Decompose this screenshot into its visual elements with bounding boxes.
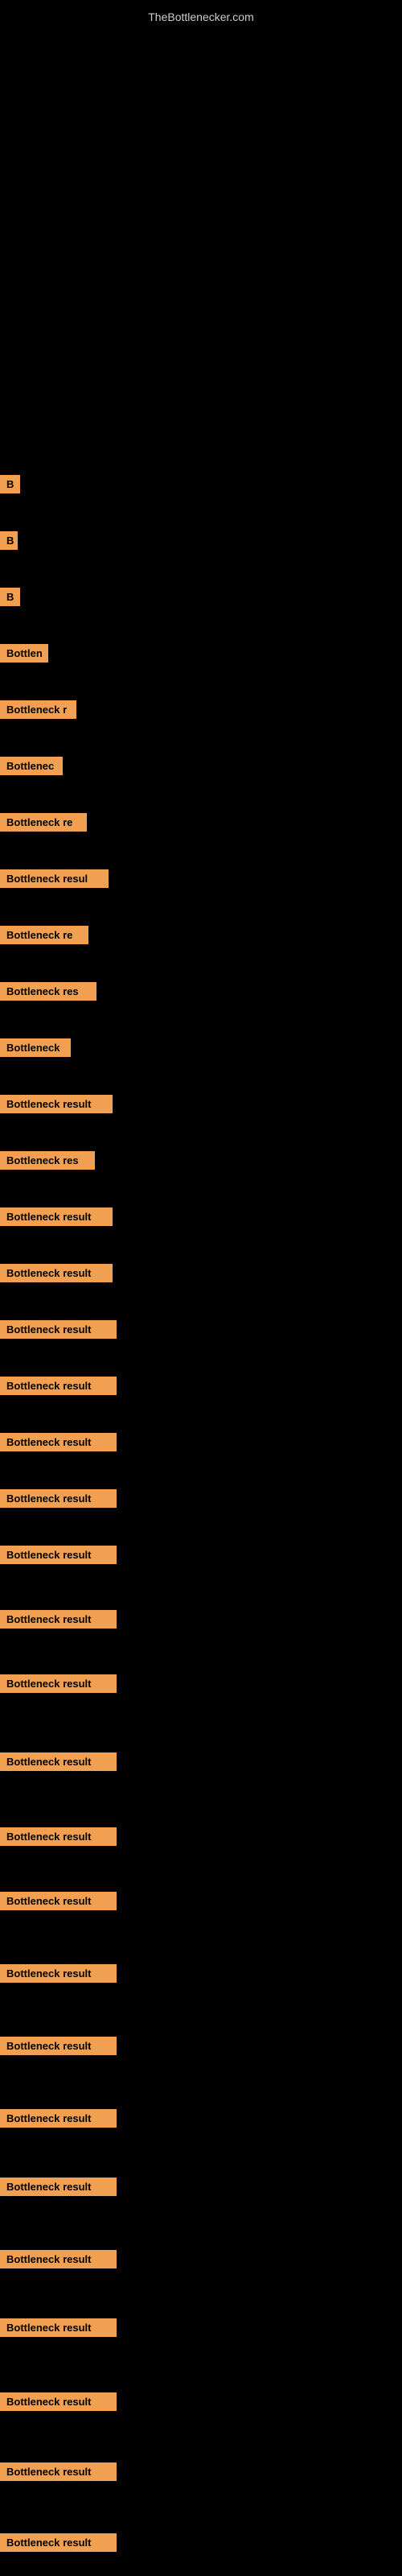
bottleneck-result-label: Bottleneck result	[0, 1752, 117, 1771]
bottleneck-result-label: Bottleneck result	[0, 2533, 117, 2552]
bottleneck-result-label: Bottleneck result	[0, 1489, 117, 1508]
bottleneck-result-label: Bottleneck result	[0, 2392, 117, 2411]
bottleneck-result-label: B	[0, 475, 20, 493]
bottleneck-result-label: Bottleneck result	[0, 2178, 117, 2196]
bottleneck-result-label: Bottleneck result	[0, 1546, 117, 1564]
bottleneck-result-label: Bottleneck result	[0, 1827, 117, 1846]
bottleneck-result-label: Bottleneck result	[0, 1208, 113, 1226]
bottleneck-result-label: Bottleneck result	[0, 2109, 117, 2128]
bottleneck-result-label: Bottleneck result	[0, 1095, 113, 1113]
bottleneck-result-label: Bottlen	[0, 644, 48, 663]
bottleneck-result-label: Bottleneck result	[0, 1674, 117, 1693]
bottleneck-result-label: Bottleneck result	[0, 2037, 117, 2055]
bottleneck-result-label: Bottleneck res	[0, 1151, 95, 1170]
bottleneck-result-label: Bottleneck re	[0, 926, 88, 944]
bottleneck-result-label: Bottleneck re	[0, 813, 87, 832]
bottleneck-result-label: B	[0, 588, 20, 606]
bottleneck-result-label: Bottleneck result	[0, 1610, 117, 1629]
bottleneck-result-label: Bottleneck result	[0, 2250, 117, 2268]
bottleneck-result-label: Bottleneck result	[0, 1433, 117, 1451]
bottleneck-result-label: Bottleneck res	[0, 982, 96, 1001]
bottleneck-result-label: Bottlenec	[0, 757, 63, 775]
bottleneck-result-label: Bottleneck result	[0, 1892, 117, 1910]
site-title: TheBottlenecker.com	[0, 4, 402, 30]
bottleneck-result-label: Bottleneck result	[0, 1377, 117, 1395]
bottleneck-result-label: Bottleneck r	[0, 700, 76, 719]
bottleneck-result-label: Bottleneck result	[0, 1964, 117, 1983]
bottleneck-result-label: Bottleneck result	[0, 1320, 117, 1339]
bottleneck-result-label: Bottleneck result	[0, 2318, 117, 2337]
bottleneck-result-label: Bottleneck result	[0, 1264, 113, 1282]
bottleneck-result-label: Bottleneck	[0, 1038, 71, 1057]
bottleneck-result-label: B	[0, 531, 18, 550]
bottleneck-result-label: Bottleneck resul	[0, 869, 109, 888]
bottleneck-result-label: Bottleneck result	[0, 2462, 117, 2481]
